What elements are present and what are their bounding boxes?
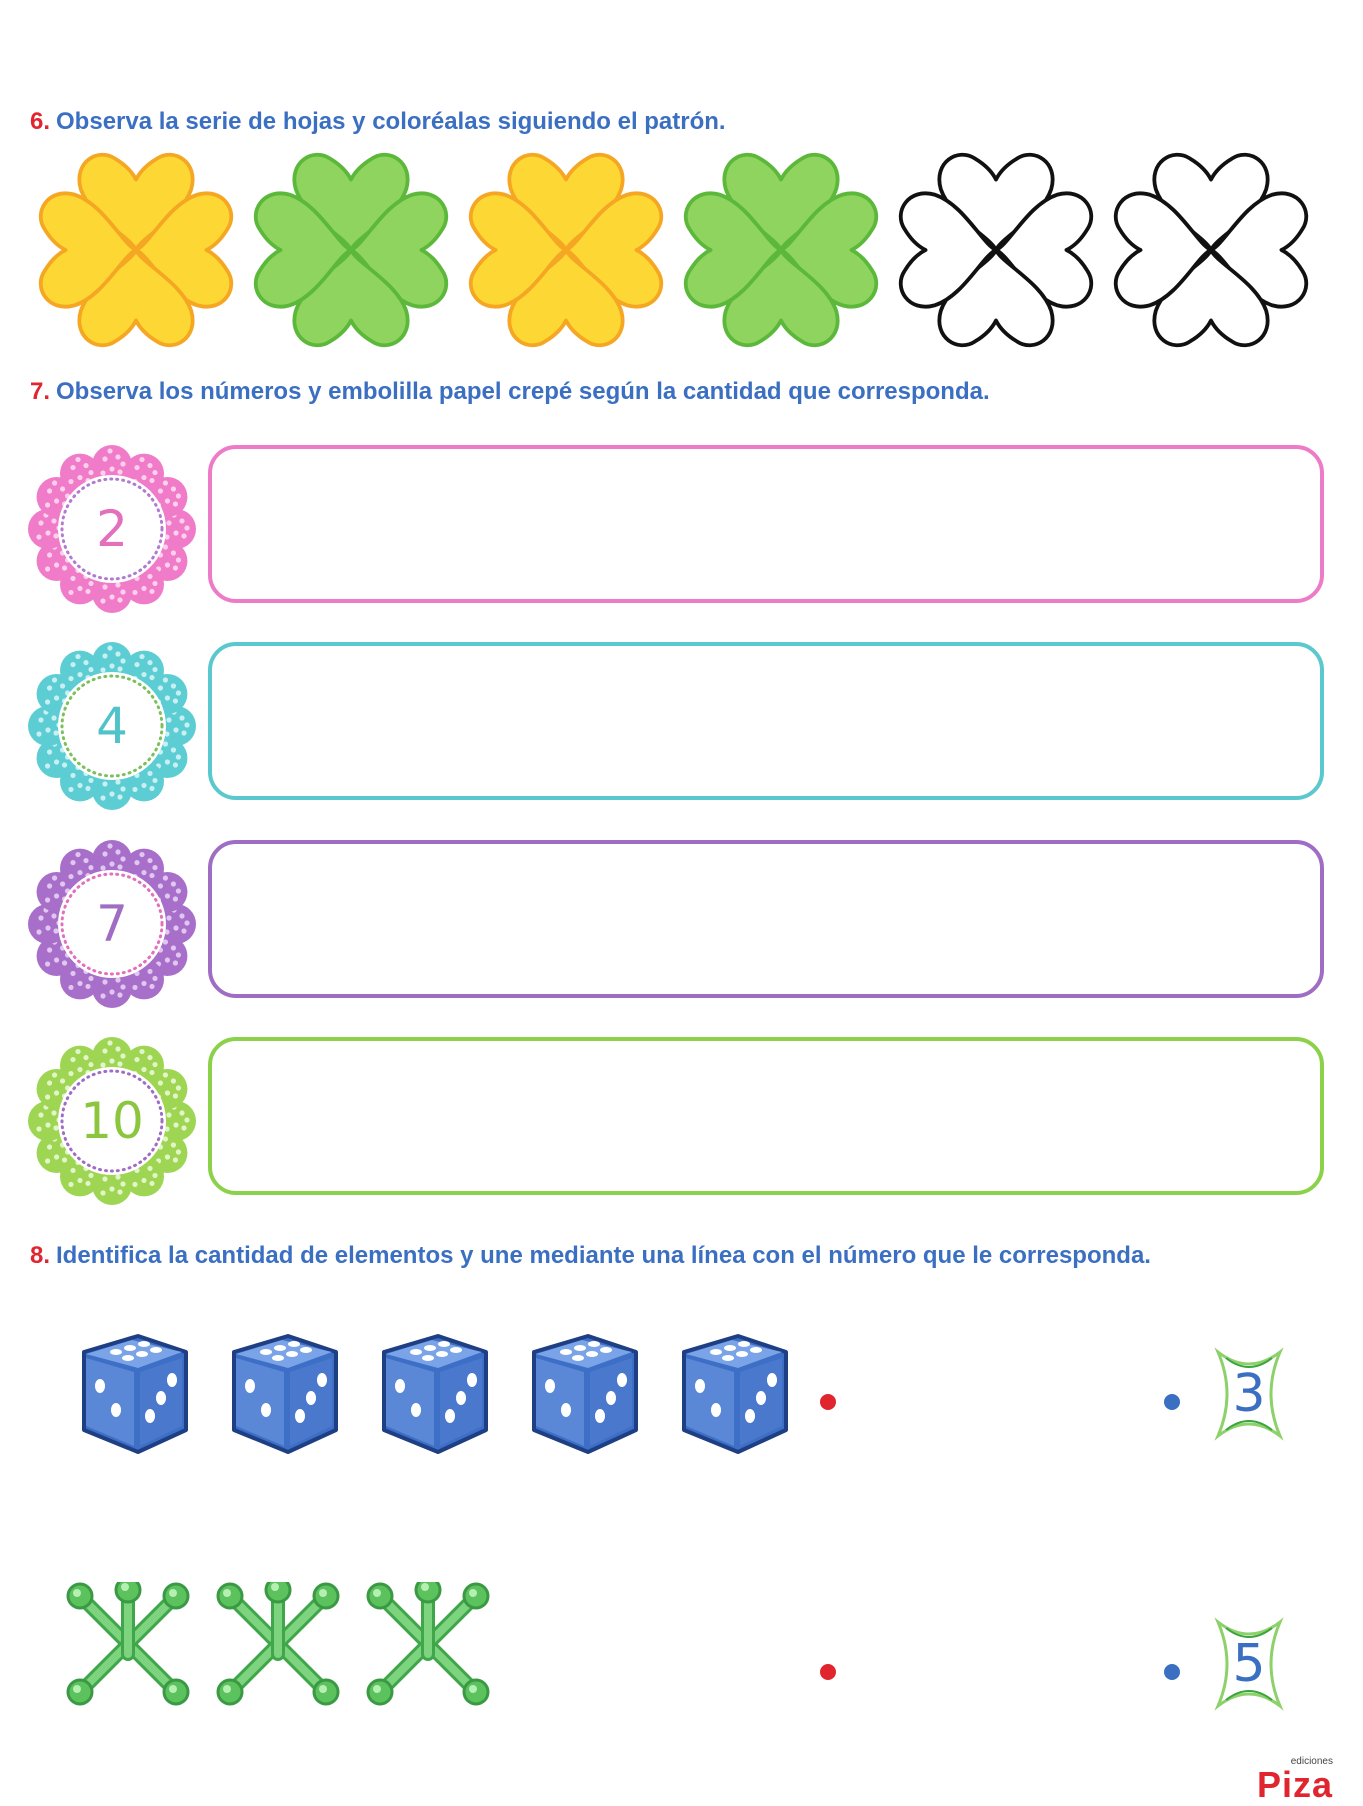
- match-end-dot[interactable]: [1164, 1394, 1180, 1410]
- question-number: 8.: [30, 1242, 51, 1269]
- clover-leaf-icon[interactable]: [36, 150, 236, 350]
- clover-leaf-icon[interactable]: [251, 150, 451, 350]
- answer-box-2[interactable]: [208, 445, 1324, 603]
- dice-icon: [382, 1334, 488, 1454]
- match-start-dot[interactable]: [820, 1394, 836, 1410]
- clover-leaf-icon[interactable]: [681, 150, 881, 350]
- match-number-label: 5: [1232, 1634, 1266, 1694]
- match-end-dot[interactable]: [1164, 1664, 1180, 1680]
- clover-leaf-icon[interactable]: [896, 150, 1096, 350]
- match-number-label: 3: [1232, 1364, 1266, 1424]
- dice-icon: [82, 1334, 188, 1454]
- flower-number-label: 2: [96, 500, 128, 558]
- answer-box-7[interactable]: [208, 840, 1324, 998]
- question-6-heading: 6. Observa la serie de hojas y coloréalas…: [30, 108, 726, 136]
- jack-toy-icon: [66, 1582, 190, 1706]
- question-text: Identifica la cantidad de elementos y un…: [56, 1242, 1151, 1269]
- question-7-heading: 7. Observa los números y embolilla papel …: [30, 378, 990, 406]
- dice-icon: [232, 1334, 338, 1454]
- question-8-heading: 8. Identifica la cantidad de elementos y …: [30, 1242, 1151, 1270]
- jack-toy-icon: [366, 1582, 490, 1706]
- answer-box-4[interactable]: [208, 642, 1324, 800]
- question-number: 7.: [30, 378, 51, 405]
- clover-series: [36, 150, 1336, 350]
- flower-number-label: 10: [80, 1092, 144, 1150]
- jack-toy-icon: [216, 1582, 340, 1706]
- dice-icon: [532, 1334, 638, 1454]
- flower-number-label: 7: [96, 895, 128, 953]
- question-text: Observa la serie de hojas y coloréalas s…: [56, 108, 726, 135]
- question-text: Observa los números y embolilla papel cr…: [56, 378, 990, 405]
- flower-number-label: 4: [96, 697, 128, 755]
- question-number: 6.: [30, 108, 51, 135]
- dice-icon: [682, 1334, 788, 1454]
- match-start-dot[interactable]: [820, 1664, 836, 1680]
- answer-box-10[interactable]: [208, 1037, 1324, 1195]
- clover-leaf-icon[interactable]: [1111, 150, 1311, 350]
- clover-leaf-icon[interactable]: [466, 150, 666, 350]
